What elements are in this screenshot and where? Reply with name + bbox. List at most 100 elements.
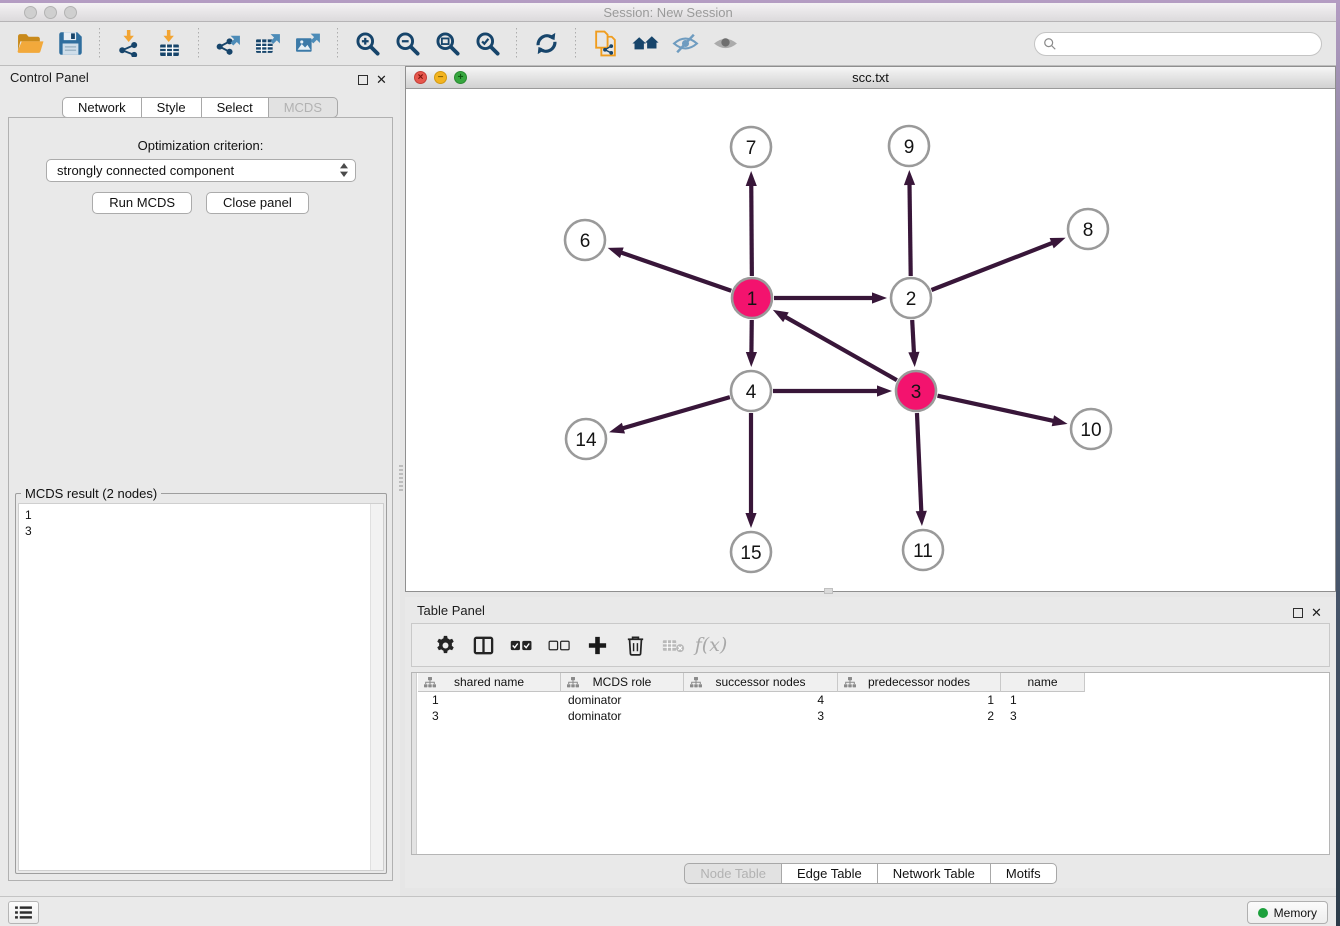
export-network-button[interactable] — [211, 28, 245, 60]
float-panel-icon[interactable] — [358, 75, 368, 85]
tab-style[interactable]: Style — [141, 97, 201, 118]
export-image-icon — [295, 30, 322, 57]
delete-column-button[interactable] — [618, 629, 652, 661]
table-cell[interactable]: 1 — [1001, 692, 1085, 708]
search-input[interactable] — [1062, 37, 1313, 51]
table-cell[interactable]: 4 — [684, 692, 838, 708]
zoom-in-icon — [354, 30, 381, 57]
column-header-MCDS-role[interactable]: MCDS role — [561, 673, 684, 692]
memory-button[interactable]: Memory — [1247, 901, 1328, 924]
refresh-button[interactable] — [529, 28, 563, 60]
network-canvas[interactable]: 1234678910111415 — [406, 89, 1335, 591]
hide-selected-button[interactable] — [668, 28, 702, 60]
network-window-titlebar[interactable]: × − + scc.txt — [406, 67, 1335, 89]
refresh-icon — [533, 30, 560, 57]
tab-node-table[interactable]: Node Table — [684, 863, 781, 884]
table-cell[interactable]: 1 — [418, 692, 561, 708]
column-label: MCDS role — [593, 675, 652, 689]
zoom-fit-button[interactable] — [430, 28, 464, 60]
table-cell[interactable]: 3 — [1001, 708, 1085, 724]
table-cell[interactable]: dominator — [561, 708, 684, 724]
graph-node-label: 7 — [746, 138, 757, 159]
column-header-name[interactable]: name — [1001, 673, 1085, 692]
hide-selected-icon — [672, 30, 699, 57]
mcds-panel: Optimization criterion: strongly connect… — [8, 117, 393, 881]
graph-edge-3-10[interactable] — [937, 396, 1054, 421]
table-settings-button[interactable] — [428, 629, 462, 661]
tab-network-table[interactable]: Network Table — [877, 863, 990, 884]
import-table-button[interactable] — [152, 28, 186, 60]
close-panel-button[interactable]: Close panel — [206, 192, 309, 214]
graph-edge-4-14[interactable] — [622, 397, 730, 429]
graph-edge-arrowhead — [608, 248, 624, 259]
tab-select[interactable]: Select — [201, 97, 268, 118]
horizontal-splitter-handle[interactable] — [824, 588, 833, 594]
graph-edge-2-3[interactable] — [912, 320, 914, 354]
graph-node-label: 1 — [747, 289, 758, 310]
graph-edge-3-1[interactable] — [784, 316, 897, 380]
graph-edge-2-9[interactable] — [909, 183, 910, 276]
table-toolbar: f(x) — [411, 623, 1330, 667]
tab-motifs[interactable]: Motifs — [990, 863, 1057, 884]
network-window-title: scc.txt — [406, 70, 1335, 85]
table-cell[interactable]: 2 — [838, 708, 1001, 724]
graph-edge-1-7[interactable] — [751, 184, 752, 276]
graph-edge-2-8[interactable] — [931, 242, 1053, 290]
import-network-button[interactable] — [112, 28, 146, 60]
tab-mcds[interactable]: MCDS — [268, 97, 338, 118]
split-view-button[interactable] — [466, 629, 500, 661]
result-scrollbar[interactable] — [370, 504, 383, 870]
table-cell[interactable]: 1 — [838, 692, 1001, 708]
graph-node-label: 14 — [575, 430, 597, 451]
zoom-in-button[interactable] — [350, 28, 384, 60]
function-builder-button: f(x) — [694, 629, 728, 661]
column-header-successor-nodes[interactable]: successor nodes — [684, 673, 838, 692]
zoom-selected-button[interactable] — [470, 28, 504, 60]
home-button[interactable] — [628, 28, 662, 60]
import-table-icon — [156, 30, 183, 57]
add-column-button[interactable] — [580, 629, 614, 661]
column-header-predecessor-nodes[interactable]: predecessor nodes — [838, 673, 1001, 692]
control-panel-tabs: NetworkStyleSelectMCDS — [0, 97, 400, 118]
open-session-button[interactable] — [13, 28, 47, 60]
optimization-criterion-select[interactable]: strongly connected component — [46, 159, 356, 182]
table-cell[interactable]: 3 — [418, 708, 561, 724]
graph-edge-arrowhead — [745, 513, 756, 528]
mcds-result-text[interactable]: 13 — [18, 503, 384, 871]
graph-edge-1-6[interactable] — [620, 252, 731, 291]
table-row[interactable]: 3dominator323 — [418, 708, 1329, 724]
hierarchy-icon — [690, 677, 702, 691]
export-table-button[interactable] — [251, 28, 285, 60]
float-table-panel-icon[interactable] — [1293, 608, 1303, 618]
export-image-button[interactable] — [291, 28, 325, 60]
save-session-button[interactable] — [53, 28, 87, 60]
graph-node-label: 10 — [1080, 420, 1101, 441]
import-network-icon — [116, 30, 143, 57]
tab-edge-table[interactable]: Edge Table — [781, 863, 877, 884]
table-cell[interactable]: dominator — [561, 692, 684, 708]
deselect-all-button[interactable] — [542, 629, 576, 661]
show-all-button[interactable] — [708, 28, 742, 60]
show-panels-button[interactable] — [8, 901, 39, 924]
search-icon — [1043, 37, 1057, 51]
table-tabs: Node TableEdge TableNetwork TableMotifs — [405, 863, 1336, 884]
tab-network[interactable]: Network — [62, 97, 141, 118]
copy-network-button[interactable] — [588, 28, 622, 60]
column-header-shared-name[interactable]: shared name — [418, 673, 561, 692]
list-icon — [14, 905, 33, 920]
graph-node-label: 9 — [904, 137, 915, 158]
column-label: successor nodes — [715, 675, 805, 689]
toolbar-separator — [198, 28, 199, 60]
close-panel-icon[interactable]: ✕ — [375, 73, 388, 86]
table-cell[interactable]: 3 — [684, 708, 838, 724]
graph-node-label: 15 — [740, 543, 761, 564]
select-all-button[interactable] — [504, 629, 538, 661]
vertical-splitter-handle[interactable] — [399, 465, 403, 491]
graph-edge-3-11[interactable] — [917, 413, 921, 513]
search-box[interactable] — [1034, 32, 1322, 56]
run-mcds-button[interactable]: Run MCDS — [92, 192, 192, 214]
zoom-out-button[interactable] — [390, 28, 424, 60]
close-table-panel-icon[interactable]: ✕ — [1310, 606, 1323, 619]
table-row[interactable]: 1dominator411 — [418, 692, 1329, 708]
hierarchy-icon — [424, 677, 436, 691]
